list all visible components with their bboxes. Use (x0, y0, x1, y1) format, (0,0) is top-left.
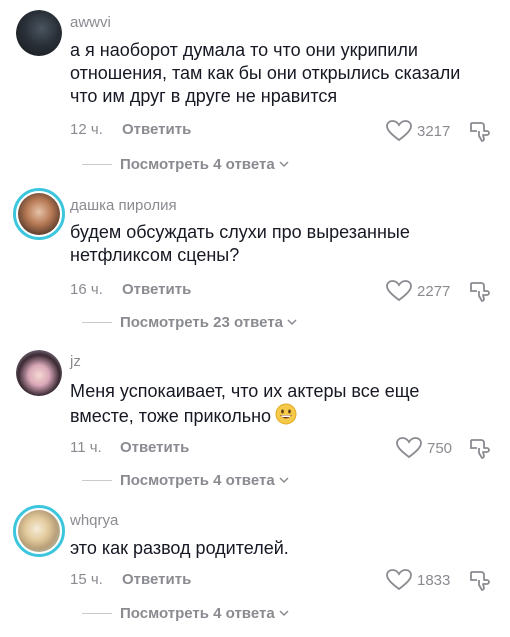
dislike-button[interactable] (468, 280, 490, 307)
reply-button[interactable]: Ответить (120, 439, 189, 456)
view-replies-label: Посмотреть 4 ответа (120, 155, 275, 173)
view-replies-button[interactable]: Посмотреть 23 ответа (82, 312, 298, 332)
comment-text: будем обсуждать слухи про вырезанные нет… (70, 222, 410, 265)
dislike-button[interactable] (468, 437, 490, 464)
divider (82, 163, 112, 165)
view-replies-label: Посмотреть 4 ответа (120, 471, 275, 489)
like-count: 1833 (417, 571, 451, 589)
avatar[interactable] (13, 505, 65, 557)
like-count: 2277 (417, 282, 451, 300)
comment-username[interactable]: whqrya (70, 512, 118, 530)
avatar[interactable] (16, 350, 62, 396)
chevron-down-icon (279, 161, 289, 168)
view-replies-button[interactable]: Посмотреть 4 ответа (82, 154, 290, 174)
thumbs-down-icon (470, 282, 490, 302)
view-replies-label: Посмотреть 4 ответа (120, 604, 275, 622)
like-button[interactable]: 750 (396, 437, 452, 459)
comment-username[interactable]: дашка пиролия (70, 197, 177, 215)
comment-text: Меня успокаивает, что их актеры все еще … (70, 380, 470, 431)
heart-icon (386, 120, 412, 142)
heart-icon (386, 280, 412, 302)
divider (82, 321, 112, 323)
comment-text: это как развод родителей. (70, 538, 289, 558)
divider (82, 612, 112, 614)
like-button[interactable]: 1833 (386, 569, 450, 591)
thumbs-down-icon (470, 439, 490, 459)
grinning-face-icon (275, 403, 297, 431)
comment-time: 12 ч. (70, 121, 103, 138)
divider (82, 479, 112, 481)
dislike-button[interactable] (468, 120, 490, 147)
heart-icon (396, 437, 422, 459)
comment-username[interactable]: jz (70, 353, 81, 371)
comment-username[interactable]: awwvi (70, 14, 111, 32)
comment-text: а я наоборот думала то что они укрипили … (70, 40, 461, 106)
thumbs-down-icon (470, 571, 490, 591)
like-count: 3217 (417, 122, 451, 140)
dislike-button[interactable] (468, 569, 490, 596)
thumbs-down-icon (470, 122, 490, 142)
view-replies-button[interactable]: Посмотреть 4 ответа (82, 603, 290, 623)
chevron-down-icon (279, 610, 289, 617)
heart-icon (386, 569, 412, 591)
like-button[interactable]: 3217 (386, 120, 450, 142)
view-replies-button[interactable]: Посмотреть 4 ответа (82, 470, 290, 490)
comment-time: 11 ч. (70, 439, 102, 456)
comment-time: 16 ч. (70, 281, 103, 298)
chevron-down-icon (287, 319, 297, 326)
avatar[interactable] (16, 10, 62, 56)
reply-button[interactable]: Ответить (122, 281, 191, 298)
like-count: 750 (427, 439, 453, 457)
comment-time: 15 ч. (70, 571, 103, 588)
comment-text-content: Меня успокаивает, что их актеры все еще … (70, 381, 420, 426)
like-button[interactable]: 2277 (386, 280, 450, 302)
chevron-down-icon (279, 477, 289, 484)
reply-button[interactable]: Ответить (122, 121, 191, 138)
reply-button[interactable]: Ответить (122, 571, 191, 588)
avatar[interactable] (13, 188, 65, 240)
view-replies-label: Посмотреть 23 ответа (120, 313, 284, 331)
